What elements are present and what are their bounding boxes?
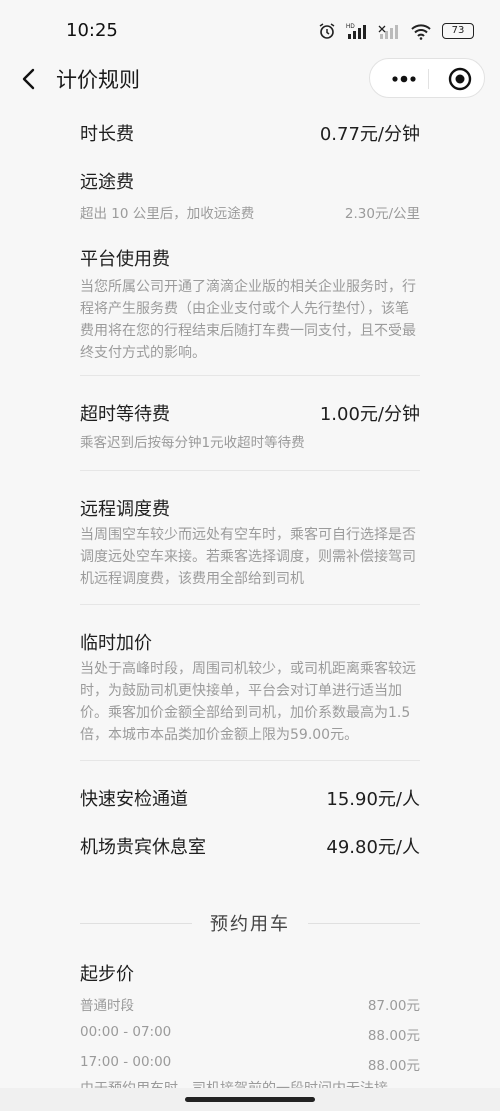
- divider: [80, 760, 420, 761]
- close-target-icon[interactable]: [448, 67, 472, 91]
- period-price: 87.00元: [367, 998, 420, 1014]
- status-time: 10:25: [66, 20, 118, 41]
- duration-fee-row: 时长费 0.77元/分钟: [80, 120, 420, 146]
- status-icons: HD 73: [318, 22, 474, 40]
- dispatch-fee-row: 远程调度费: [80, 495, 420, 521]
- fee-name: 临时加价: [80, 633, 152, 654]
- fee-price: 49.80元/人: [326, 837, 420, 858]
- base-price-line: 普通时段 87.00元: [80, 994, 420, 1014]
- fee-name: 超时等待费: [80, 404, 170, 425]
- fee-name: 远途费: [80, 172, 134, 193]
- detail-text: 超出 10 公里后，加收远途费: [80, 206, 255, 222]
- more-dots-icon[interactable]: [390, 69, 418, 89]
- platform-fee-desc: 当您所属公司开通了滴滴企业版的相关企业服务时，行程将产生服务费（由企业支付或个人…: [80, 279, 416, 361]
- capsule-divider: [428, 69, 429, 89]
- fee-name: 机场贵宾休息室: [80, 837, 206, 858]
- battery-icon: 73: [442, 23, 474, 39]
- period-label: 00:00 - 07:00: [80, 1024, 172, 1040]
- base-price-line: 17:00 - 00:00 88.00元: [80, 1054, 420, 1074]
- surge-fee-row: 临时加价: [80, 629, 420, 655]
- detail-price: 2.30元/公里: [344, 206, 420, 222]
- period-price: 88.00元: [367, 1058, 420, 1074]
- period-price: 88.00元: [367, 1028, 420, 1044]
- dispatch-fee-desc: 当周围空车较少而远处有空车时，乘客可自行选择是否调度远处空车来接。若乘客选择调度…: [80, 527, 416, 587]
- svg-text:HD: HD: [346, 24, 355, 30]
- fee-price: 0.77元/分钟: [319, 124, 420, 145]
- mini-program-capsule: [369, 58, 485, 98]
- back-arrow-icon[interactable]: [18, 64, 40, 94]
- long-distance-detail: 超出 10 公里后，加收远途费 2.30元/公里: [80, 202, 420, 222]
- wifi-icon: [411, 24, 431, 40]
- page-title: 计价规则: [56, 68, 140, 92]
- detail-text: 乘客迟到后按每分钟1元收超时等待费: [80, 435, 305, 451]
- fee-name: 平台使用费: [80, 249, 170, 270]
- long-distance-fee-row: 远途费: [80, 168, 420, 194]
- status-bar: 10:25 HD 73: [0, 0, 500, 56]
- divider: [80, 604, 420, 605]
- fee-name: 快速安检通道: [80, 789, 188, 810]
- security-lane-row: 快速安检通道 15.90元/人: [80, 785, 420, 811]
- divider: [80, 375, 420, 376]
- fee-price: 15.90元/人: [326, 789, 420, 810]
- overtime-fee-row: 超时等待费 1.00元/分钟: [80, 400, 420, 426]
- fee-name: 时长费: [80, 124, 134, 145]
- base-price-line: 00:00 - 07:00 88.00元: [80, 1024, 420, 1044]
- fee-name: 远程调度费: [80, 499, 170, 520]
- period-label: 普通时段: [80, 998, 134, 1014]
- fee-price: 1.00元/分钟: [319, 404, 420, 425]
- alarm-icon: [319, 23, 335, 39]
- fee-name: 起步价: [80, 964, 134, 985]
- reservation-section-header: 预约用车: [80, 910, 420, 938]
- header-line-right: [308, 923, 420, 924]
- vip-lounge-row: 机场贵宾休息室 49.80元/人: [80, 833, 420, 859]
- home-indicator[interactable]: [185, 1097, 315, 1102]
- base-price-row: 起步价: [80, 960, 420, 986]
- divider: [80, 470, 420, 471]
- period-label: 17:00 - 00:00: [80, 1054, 172, 1070]
- overtime-detail: 乘客迟到后按每分钟1元收超时等待费: [80, 431, 420, 451]
- signal-hd-icon: HD: [346, 24, 366, 39]
- surge-fee-desc: 当处于高峰时段，周围司机较少，或司机距离乘客较远时，为鼓励司机更快接单，平台会对…: [80, 661, 416, 743]
- signal-weak-icon: [378, 25, 398, 39]
- platform-fee-row: 平台使用费: [80, 245, 420, 271]
